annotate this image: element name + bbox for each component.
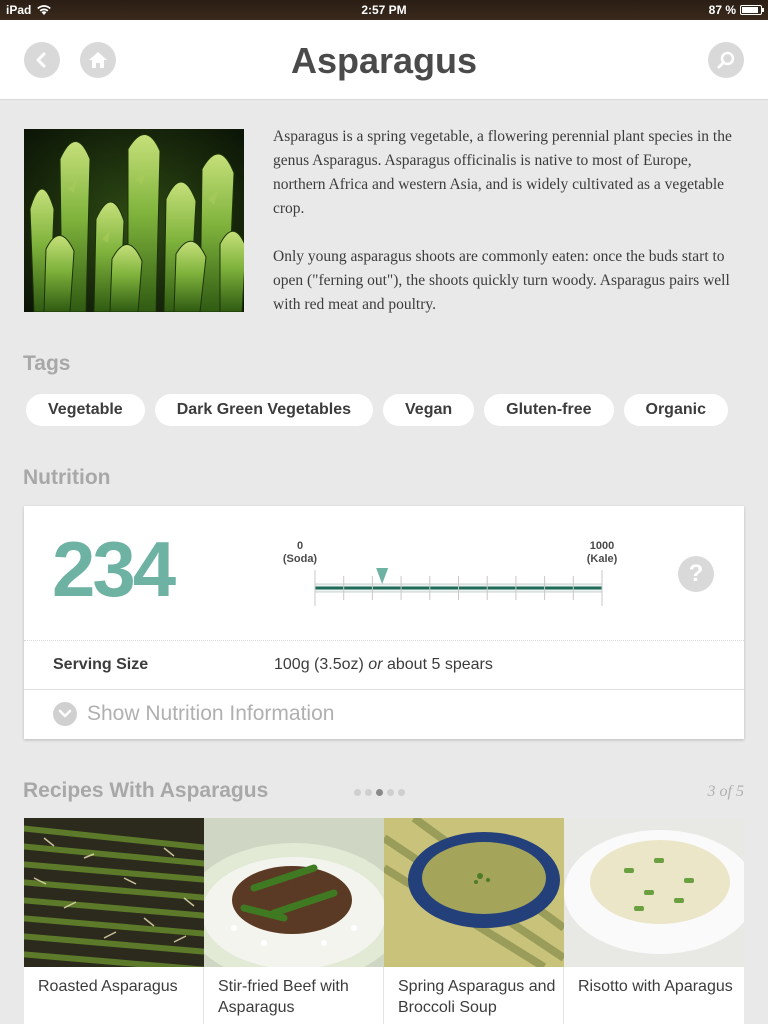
stir-fried-beef-photo xyxy=(204,818,384,967)
page-dot[interactable] xyxy=(398,789,405,796)
status-bar: iPad 2:57 PM 87 % xyxy=(0,0,768,20)
recipe-name: Risotto with Aparagus xyxy=(578,978,733,995)
page-indicator[interactable] xyxy=(354,789,405,796)
serving-amount: 100g (3.5oz) xyxy=(274,656,364,673)
tag-chip[interactable]: Gluten-free xyxy=(484,394,614,426)
recipe-name: Roasted Asparagus xyxy=(38,978,178,995)
asparagus-photo xyxy=(24,129,244,312)
risotto-photo xyxy=(564,818,744,967)
clock: 2:57 PM xyxy=(361,3,407,17)
recipe-card[interactable]: Risotto with Aparagus xyxy=(564,818,744,1024)
show-nutrition-label: Show Nutrition Information xyxy=(87,702,335,725)
asparagus-soup-photo xyxy=(384,818,564,967)
description: Asparagus is a spring vegetable, a flowe… xyxy=(273,125,743,317)
help-button[interactable]: ? xyxy=(678,556,714,592)
nutrition-heading: Nutrition xyxy=(23,466,111,489)
divider xyxy=(24,640,744,641)
description-paragraph: Only young asparagus shoots are commonly… xyxy=(273,248,730,313)
divider xyxy=(24,689,744,690)
page-dot[interactable] xyxy=(376,789,383,796)
chevron-down-icon xyxy=(53,702,77,726)
tag-chip[interactable]: Organic xyxy=(623,394,728,426)
recipe-carousel[interactable]: Roasted Asparagus Stir-fried Beef with A… xyxy=(24,818,744,1024)
serving-size-label: Serving Size xyxy=(53,656,149,673)
recipe-card[interactable]: Spring Asparagus and Broccoli Soup xyxy=(384,818,564,1024)
recipe-name: Stir-fried Beef with Asparagus xyxy=(218,978,349,1016)
page-dot[interactable] xyxy=(354,789,361,796)
battery-percent: 87 % xyxy=(708,3,736,17)
recipes-heading: Recipes With Asparagus xyxy=(23,779,269,802)
search-icon xyxy=(717,51,735,69)
battery-icon xyxy=(740,5,764,15)
serving-alt: about 5 spears xyxy=(386,656,493,673)
page-dot[interactable] xyxy=(387,789,394,796)
nutrition-scale: 0 (Soda) 1000 (Kale) xyxy=(283,534,617,614)
recipe-card[interactable]: Stir-fried Beef with Asparagus xyxy=(204,818,384,1024)
scale-marker xyxy=(376,568,389,584)
search-button[interactable] xyxy=(708,42,744,78)
recipe-name: Spring Asparagus and Broccoli Soup xyxy=(398,978,556,1016)
tag-chip[interactable]: Vegetable xyxy=(26,394,145,426)
tag-chip[interactable]: Dark Green Vegetables xyxy=(154,394,374,426)
description-paragraph: Asparagus is a spring vegetable, a flowe… xyxy=(273,128,732,217)
tag-chip[interactable]: Vegan xyxy=(383,394,475,426)
tag-list: Vegetable Dark Green Vegetables Vegan Glute… xyxy=(26,394,728,426)
nav-header: Asparagus xyxy=(0,20,768,100)
serving-size-value: 100g (3.5oz) or about 5 spears xyxy=(274,656,493,674)
show-nutrition-toggle[interactable]: Show Nutrition Information xyxy=(53,702,334,726)
page-title: Asparagus xyxy=(290,40,478,81)
page-dot[interactable] xyxy=(365,789,372,796)
serving-or: or xyxy=(368,656,383,673)
roasted-asparagus-photo xyxy=(24,818,204,967)
pager-text: 3 of 5 xyxy=(707,783,744,800)
nutrition-card: 234 0 (Soda) 1000 (Kale) ? Serving Size … xyxy=(24,506,744,739)
tags-heading: Tags xyxy=(23,352,71,375)
recipe-card[interactable]: Roasted Asparagus xyxy=(24,818,204,1024)
nutrition-score: 234 xyxy=(52,525,176,613)
